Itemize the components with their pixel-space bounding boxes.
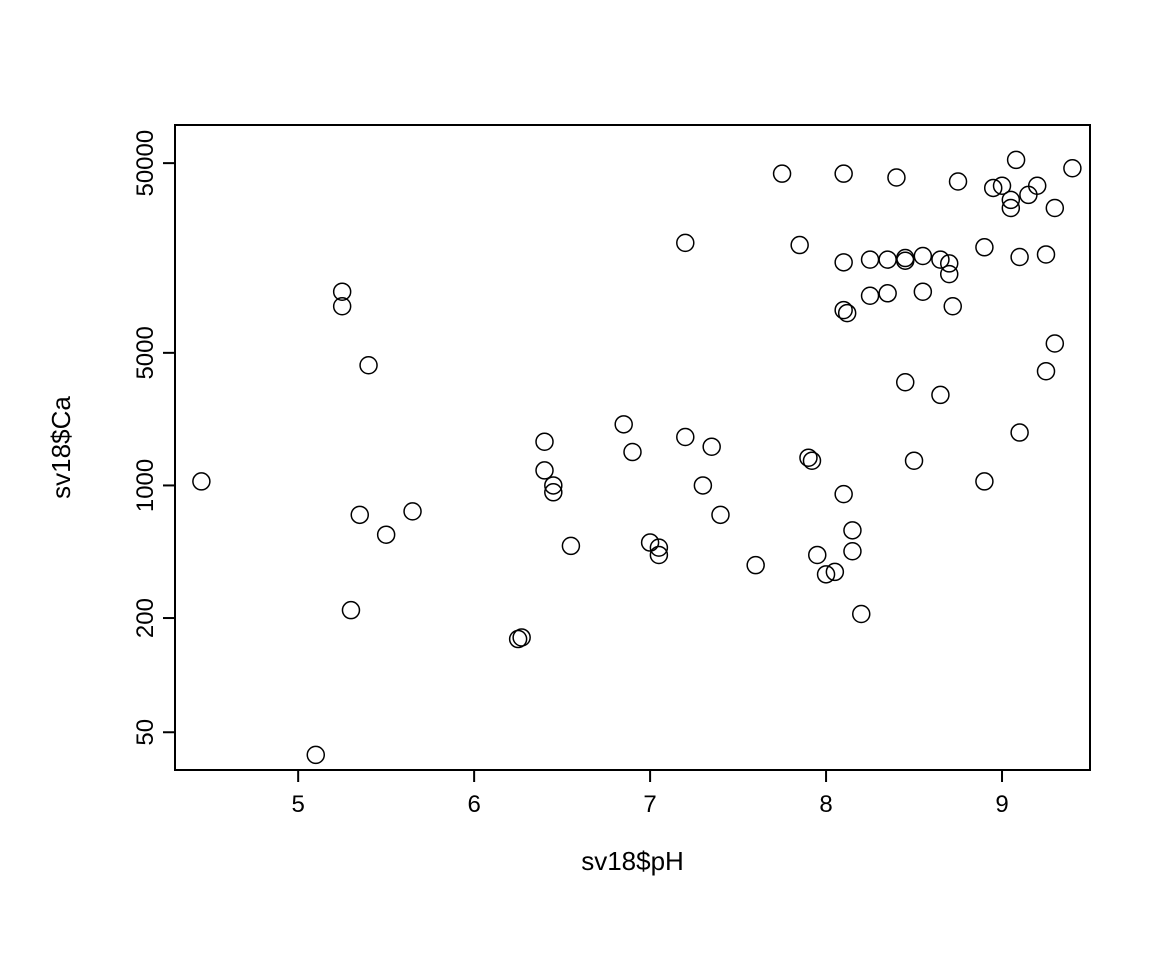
data-point bbox=[844, 543, 861, 560]
data-point bbox=[747, 557, 764, 574]
data-point bbox=[844, 522, 861, 539]
data-points bbox=[193, 151, 1081, 763]
data-point bbox=[712, 506, 729, 523]
data-point bbox=[650, 546, 667, 563]
data-point bbox=[703, 438, 720, 455]
data-point bbox=[1029, 177, 1046, 194]
x-tick-label: 6 bbox=[467, 791, 480, 818]
y-axis-label: sv18$Ca bbox=[46, 396, 76, 499]
data-point bbox=[404, 503, 421, 520]
data-point bbox=[1046, 200, 1063, 217]
data-point bbox=[976, 473, 993, 490]
data-point bbox=[536, 462, 553, 479]
data-point bbox=[809, 546, 826, 563]
data-point bbox=[1046, 335, 1063, 352]
data-point bbox=[888, 169, 905, 186]
data-point bbox=[342, 602, 359, 619]
data-point bbox=[879, 285, 896, 302]
plot-area-border bbox=[175, 125, 1090, 770]
y-tick-label: 200 bbox=[132, 598, 159, 638]
data-point bbox=[803, 452, 820, 469]
data-point bbox=[615, 416, 632, 433]
data-point bbox=[800, 449, 817, 466]
data-point bbox=[360, 357, 377, 374]
data-point bbox=[1064, 160, 1081, 177]
data-point bbox=[914, 283, 931, 300]
data-point bbox=[839, 305, 856, 322]
y-tick-label: 1000 bbox=[132, 459, 159, 512]
data-point bbox=[1038, 246, 1055, 263]
y-tick-label: 5000 bbox=[132, 326, 159, 379]
x-axis: 5 6 7 8 9 bbox=[175, 770, 1090, 818]
data-point bbox=[1038, 363, 1055, 380]
data-point bbox=[1008, 151, 1025, 168]
data-point bbox=[853, 606, 870, 623]
data-point bbox=[941, 266, 958, 283]
data-point bbox=[906, 452, 923, 469]
data-point bbox=[835, 254, 852, 271]
data-point bbox=[378, 526, 395, 543]
data-point bbox=[932, 386, 949, 403]
data-point bbox=[950, 173, 967, 190]
y-tick-label: 50000 bbox=[132, 130, 159, 197]
data-point bbox=[944, 298, 961, 315]
data-point bbox=[976, 239, 993, 256]
data-point bbox=[791, 237, 808, 254]
data-point bbox=[307, 746, 324, 763]
data-point bbox=[1020, 186, 1037, 203]
data-point bbox=[1011, 424, 1028, 441]
data-point bbox=[835, 165, 852, 182]
x-tick-label: 7 bbox=[643, 791, 656, 818]
data-point bbox=[694, 477, 711, 494]
data-point bbox=[624, 444, 641, 461]
data-point bbox=[677, 234, 694, 251]
data-point bbox=[1011, 249, 1028, 266]
data-point bbox=[835, 302, 852, 319]
scatter-chart: 5 6 7 8 9 50 200 1000 5000 50000 sv18$pH sv18$Ca bbox=[0, 0, 1152, 960]
data-point bbox=[351, 506, 368, 523]
x-tick-label: 8 bbox=[819, 791, 832, 818]
data-point bbox=[835, 486, 852, 503]
y-axis: 50 200 1000 5000 50000 bbox=[132, 125, 175, 770]
y-tick-label: 50 bbox=[132, 719, 159, 746]
x-tick-label: 9 bbox=[995, 791, 1008, 818]
data-point bbox=[677, 429, 694, 446]
data-point bbox=[914, 247, 931, 264]
data-point bbox=[774, 165, 791, 182]
x-axis-label: sv18$pH bbox=[581, 846, 684, 876]
data-point bbox=[862, 287, 879, 304]
data-point bbox=[193, 473, 210, 490]
data-point bbox=[536, 433, 553, 450]
data-point bbox=[562, 537, 579, 554]
data-point bbox=[897, 374, 914, 391]
data-point bbox=[862, 251, 879, 268]
x-tick-label: 5 bbox=[291, 791, 304, 818]
data-point bbox=[879, 251, 896, 268]
